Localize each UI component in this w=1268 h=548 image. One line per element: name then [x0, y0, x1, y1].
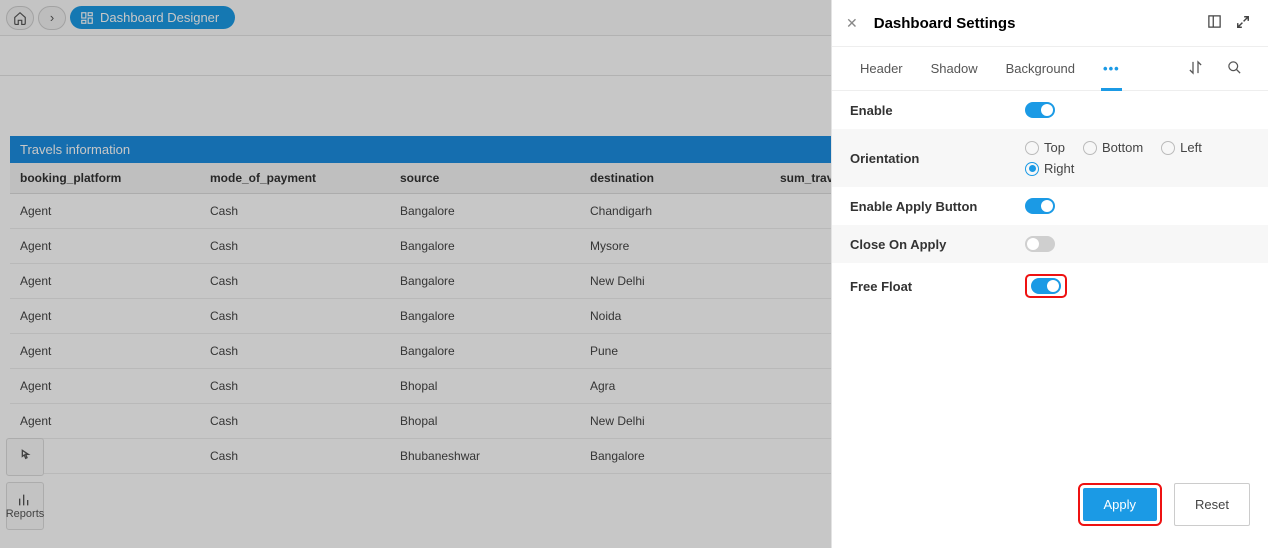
- settings-tabs: Header Shadow Background •••: [832, 47, 1268, 91]
- tab-header[interactable]: Header: [846, 47, 917, 90]
- close-icon[interactable]: ✕: [846, 15, 858, 32]
- toggle-enable[interactable]: [1025, 102, 1055, 118]
- tab-background[interactable]: Background: [992, 47, 1089, 90]
- radio-left[interactable]: Left: [1161, 140, 1202, 155]
- setting-enable: Enable: [832, 91, 1268, 129]
- settings-header: ✕ Dashboard Settings: [832, 0, 1268, 47]
- expand-icon[interactable]: [1236, 15, 1250, 32]
- setting-close-on-apply: Close On Apply: [832, 225, 1268, 263]
- toggle-close-on-apply[interactable]: [1025, 236, 1055, 252]
- reset-button[interactable]: Reset: [1174, 483, 1250, 526]
- settings-title: Dashboard Settings: [874, 15, 1193, 32]
- setting-enable-apply: Enable Apply Button: [832, 187, 1268, 225]
- radio-bottom[interactable]: Bottom: [1083, 140, 1143, 155]
- search-icon[interactable]: [1215, 50, 1254, 88]
- radio-right[interactable]: Right: [1025, 161, 1074, 176]
- settings-panel: ✕ Dashboard Settings Header Shadow Backg…: [831, 0, 1268, 548]
- toggle-free-float[interactable]: [1031, 278, 1061, 294]
- sort-icon[interactable]: [1176, 50, 1215, 88]
- setting-free-float: Free Float: [832, 263, 1268, 309]
- radio-top[interactable]: Top: [1025, 140, 1065, 155]
- setting-orientation: Orientation Top Bottom Left Right: [832, 129, 1268, 187]
- layout-icon[interactable]: [1207, 14, 1222, 32]
- highlight-free-float: [1025, 274, 1067, 298]
- toggle-enable-apply[interactable]: [1025, 198, 1055, 214]
- apply-button[interactable]: Apply: [1083, 488, 1158, 521]
- highlight-apply: Apply: [1078, 483, 1163, 526]
- tab-shadow[interactable]: Shadow: [917, 47, 992, 90]
- settings-footer: Apply Reset: [832, 469, 1268, 548]
- tab-more[interactable]: •••: [1089, 47, 1134, 90]
